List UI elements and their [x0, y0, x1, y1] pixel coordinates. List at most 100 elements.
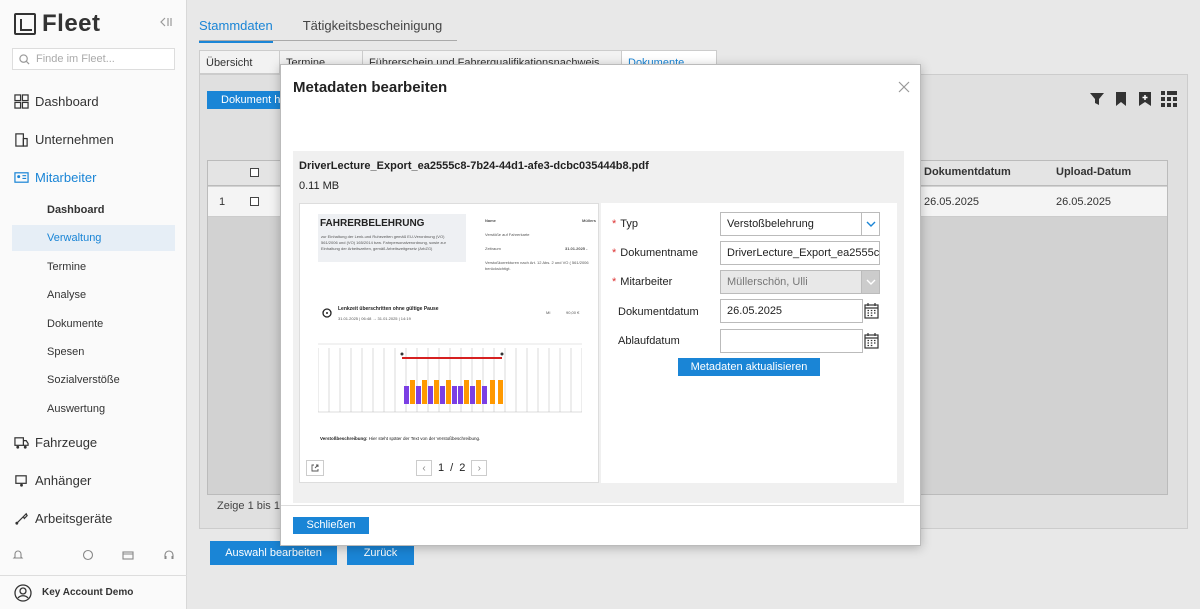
mitarbeiter-select[interactable]: Müllerschön, Ulli [720, 270, 880, 294]
preview-event-amount: 90,00 € [566, 310, 580, 315]
preview-chart-bar [410, 380, 415, 404]
app-logo[interactable]: Fleet [14, 10, 101, 38]
preview-chart-bar [458, 386, 463, 404]
bookmark-add-icon[interactable] [1136, 90, 1154, 108]
metadata-form: * Typ Verstoßbelehrung * Dokumentname Driv… [601, 203, 897, 483]
support-icon[interactable] [82, 549, 94, 561]
cell-upload-datum: 26.05.2025 [1056, 196, 1112, 208]
preview-event-time: 31.01.2025 | 06:48 → 31.01.2025 | 14:19 [338, 316, 411, 321]
preview-desc-label: Verstoßbeschreibung: [320, 436, 368, 441]
dashboard-icon [14, 94, 29, 109]
app-name: Fleet [42, 10, 101, 37]
preview-event-title: Lenkzeit überschritten ohne gültige Paus… [338, 306, 439, 312]
preview-chart-bar [416, 386, 421, 404]
sidebar-subitem-termine[interactable]: Termine [12, 254, 175, 280]
sidebar-subitem-sozialverstoesse[interactable]: Sozialverstöße [12, 367, 175, 393]
sidebar-item-fahrzeuge[interactable]: Fahrzeuge [14, 435, 97, 450]
sidebar-subitem-analyse[interactable]: Analyse [12, 282, 175, 308]
dokumentname-input[interactable]: DriverLecture_Export_ea2555c8-7 [720, 241, 880, 265]
calendar-icon[interactable] [864, 332, 879, 349]
headset-icon[interactable] [163, 549, 175, 561]
truck-icon [14, 437, 29, 449]
dokumentdatum-label: Dokumentdatum [618, 306, 699, 318]
sidebar-subitem-spesen[interactable]: Spesen [12, 339, 175, 365]
preview-chart-bar [446, 380, 451, 404]
user-name: Key Account Demo [42, 587, 134, 598]
cell-dokumentdatum: 26.05.2025 [924, 196, 980, 208]
preview-chart-bar [470, 386, 475, 404]
search-input[interactable]: Finde im Fleet... [12, 48, 175, 70]
tab-divider [199, 40, 457, 41]
preview-chart-bar [434, 380, 439, 404]
column-upload-datum[interactable]: Upload-Datum [1056, 166, 1131, 178]
sidebar-subitem-dokumente[interactable]: Dokumente [12, 311, 175, 337]
billing-icon[interactable] [122, 549, 134, 561]
ablaufdatum-input[interactable] [720, 329, 863, 353]
row-number: 1 [219, 196, 226, 208]
preview-chart-end-marker [500, 352, 504, 356]
subtab-uebersicht[interactable]: Übersicht [199, 50, 280, 74]
building-icon [15, 133, 28, 147]
dialog-title: Metadaten bearbeiten [293, 79, 448, 96]
preview-event-tag: MI [546, 310, 551, 315]
calendar-icon[interactable] [864, 302, 879, 319]
close-icon[interactable] [898, 77, 910, 98]
sidebar-subitem-auswertung[interactable]: Auswertung [12, 396, 175, 422]
sidebar: Fleet Finde im Fleet... Dashboard Untern… [0, 0, 187, 609]
dokumentdatum-input[interactable]: 26.05.2025 [720, 299, 863, 323]
file-size: 0.11 MB [299, 180, 340, 192]
filter-icon[interactable] [1088, 90, 1106, 108]
dialog-footer-divider [281, 505, 920, 506]
close-dialog-button[interactable]: Schließen [293, 517, 369, 534]
sidebar-item-mitarbeiter[interactable]: Mitarbeiter [14, 170, 96, 185]
chevron-down-icon [861, 213, 879, 235]
sidebar-subitem-verwaltung[interactable]: Verwaltung [12, 225, 175, 251]
sidebar-footer-icons [12, 549, 175, 561]
total-pages: 2 [459, 462, 466, 474]
select-all-checkbox[interactable] [250, 168, 259, 177]
sidebar-item-label: Dashboard [35, 94, 99, 109]
fleet-logo-icon [14, 13, 36, 35]
search-placeholder: Finde im Fleet... [36, 53, 115, 65]
collapse-sidebar-icon[interactable] [160, 16, 172, 30]
column-settings-icon[interactable] [1160, 90, 1178, 108]
sidebar-item-dashboard[interactable]: Dashboard [14, 94, 99, 109]
column-dokumentdatum[interactable]: Dokumentdatum [924, 166, 1011, 178]
sidebar-item-label: Unternehmen [35, 132, 114, 147]
sidebar-item-unternehmen[interactable]: Unternehmen [14, 132, 114, 147]
top-tabs: Stammdaten Tätigkeitsbescheinigung [199, 14, 472, 43]
mitarbeiter-value: Müllerschön, Ulli [727, 276, 808, 288]
preview-chart-bar [476, 380, 481, 404]
tab-taetigkeitsbescheinigung[interactable]: Tätigkeitsbescheinigung [303, 14, 442, 43]
file-name: DriverLecture_Export_ea2555c8-7b24-44d1-… [299, 160, 649, 172]
preview-note: Verstoßkorrekturen nach Art. 12 Abs. 2 u… [485, 260, 589, 271]
preview-chart-start-marker [400, 352, 404, 356]
sidebar-item-arbeitsgeraete[interactable]: Arbeitsgeräte [14, 511, 112, 526]
next-page-button[interactable]: › [471, 460, 488, 476]
page-separator: / [450, 462, 454, 474]
preview-chart-bar [482, 386, 487, 404]
sidebar-item-label: Anhänger [35, 473, 92, 488]
typ-select[interactable]: Verstoßbelehrung [720, 212, 880, 236]
sidebar-item-label: Arbeitsgeräte [35, 511, 113, 526]
update-metadata-button[interactable]: Metadaten aktualisieren [678, 358, 820, 376]
prev-page-button[interactable]: ‹ [416, 460, 432, 476]
preview-chart-bar [428, 386, 433, 404]
sidebar-subitem-dashboard[interactable]: Dashboard [12, 197, 175, 223]
tab-stammdaten[interactable]: Stammdaten [199, 14, 273, 43]
bell-icon[interactable] [12, 549, 24, 561]
preview-intro: zur Einhaltung der Lenk-und Ruhezeiten g… [321, 234, 446, 251]
preview-pager: ‹ 1 / 2 › [416, 460, 488, 476]
user-account[interactable]: Key Account Demo [0, 575, 187, 609]
bookmark-icon[interactable] [1112, 90, 1130, 108]
ablaufdatum-label: Ablaufdatum [618, 335, 680, 347]
row-checkbox[interactable] [250, 197, 259, 206]
sidebar-item-anhaenger[interactable]: Anhänger [14, 473, 91, 488]
preview-name-value: Müllers [582, 218, 597, 223]
open-external-icon[interactable] [306, 460, 324, 476]
current-page: 1 [438, 462, 445, 474]
user-avatar-icon [14, 583, 32, 602]
preview-violations-label: Verstöße auf Fahrerkarte [485, 232, 530, 237]
table-toolbar [1088, 90, 1178, 108]
preview-chart-bar [464, 380, 469, 404]
